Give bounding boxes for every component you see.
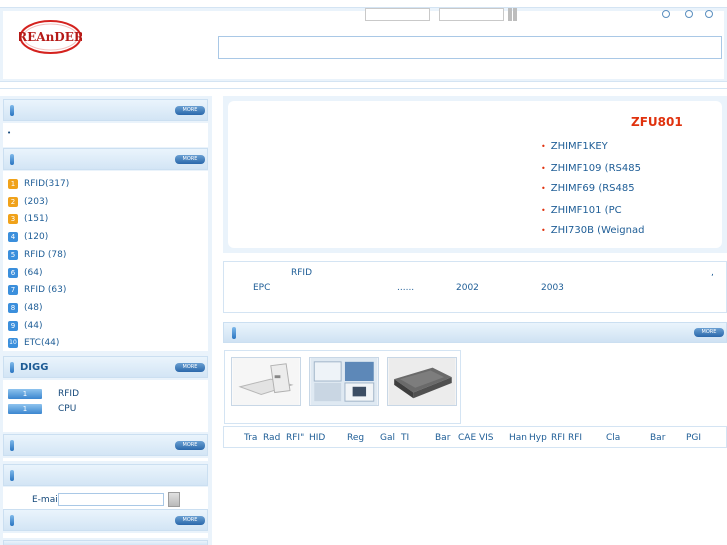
partner-link[interactable]: Tra <box>244 433 257 443</box>
more-button[interactable]: MORE <box>175 516 205 525</box>
more-button[interactable]: MORE <box>175 441 205 450</box>
digg-title: DIGG <box>20 362 49 373</box>
featured-product-item[interactable]: ZHIMF1KEY <box>541 141 608 152</box>
more-button[interactable]: MORE <box>175 106 205 115</box>
product-photo-reader-white[interactable] <box>231 357 301 406</box>
rank-8-icon: 8 <box>8 303 18 313</box>
partner-link[interactable]: VIS <box>479 433 494 443</box>
partner-link[interactable]: HID <box>309 433 325 443</box>
sidebar-section-digg-header: DIGG MORE <box>3 356 208 378</box>
top-link-dot-3[interactable] <box>705 10 713 18</box>
partner-link[interactable]: Bar <box>435 433 450 443</box>
more-button[interactable]: MORE <box>175 155 205 164</box>
rank-3-icon: 3 <box>8 214 18 224</box>
intro-text: EPC <box>253 283 271 293</box>
partner-link[interactable]: Gal <box>380 433 395 443</box>
intro-text: 2002 <box>456 283 479 293</box>
rank-1-icon: 1 <box>8 179 18 189</box>
partner-link[interactable]: CAE <box>458 433 476 443</box>
password-input[interactable] <box>439 8 504 21</box>
partner-link[interactable]: RFI <box>551 433 565 443</box>
top-link-dot-1[interactable] <box>662 10 670 18</box>
section-marker-icon <box>10 362 14 373</box>
partner-link[interactable]: Cla <box>606 433 620 443</box>
more-button[interactable]: MORE <box>175 363 205 372</box>
divider <box>0 88 727 91</box>
login-button[interactable] <box>508 8 520 21</box>
sidebar-section-categories-header: MORE <box>3 148 208 170</box>
partner-link[interactable]: Hyp <box>529 433 547 443</box>
username-input[interactable] <box>365 8 430 21</box>
rank-4-icon: 4 <box>8 232 18 242</box>
partner-link[interactable]: Reg <box>347 433 364 443</box>
sidebar-section-4-header: MORE <box>3 434 208 456</box>
section-marker-icon <box>10 470 14 481</box>
logo-text: REAnDER <box>19 30 82 44</box>
rank-7-icon: 7 <box>8 285 18 295</box>
partner-link[interactable]: TI <box>401 433 409 443</box>
product-photo-gallery <box>224 350 461 424</box>
featured-product-item[interactable]: ZHI730B (Weignad <box>541 225 645 236</box>
sidebar-section-4-body <box>3 458 208 461</box>
rank-9-icon: 9 <box>8 321 18 331</box>
digg-count-bar: 1 <box>8 404 42 414</box>
logo[interactable]: REAnDER <box>19 19 82 55</box>
sidebar-section-6-header: MORE <box>3 509 208 531</box>
partner-link[interactable]: PGI <box>686 433 701 443</box>
product-photo-readers-set[interactable] <box>309 357 379 406</box>
sidebar-categories-body: 1 RFID(317) 2 (203) 3 (151) 4 (120) 5 RFID (7… <box>3 171 208 351</box>
partner-link[interactable]: Rad <box>263 433 280 443</box>
digg-count-bar: 1 <box>8 389 42 399</box>
nav-bar <box>218 36 722 59</box>
featured-product-item[interactable]: ZHIMF101 (PC <box>541 205 622 216</box>
sidebar-section-news-header: MORE <box>3 99 208 121</box>
rank-10-icon: 10 <box>8 338 18 348</box>
partner-link[interactable]: RFI <box>568 433 582 443</box>
section-marker-icon <box>10 154 14 165</box>
intro-text: ...... <box>397 283 415 293</box>
rank-2-icon: 2 <box>8 197 18 207</box>
sidebar-section-subscribe-header <box>3 464 208 486</box>
sidebar-section-6-body <box>3 533 208 538</box>
section-marker-icon <box>10 515 14 526</box>
intro-text: 2003 <box>541 283 564 293</box>
section-marker-icon <box>10 440 14 451</box>
products-section-header: MORE <box>223 322 727 343</box>
top-link-dot-2[interactable] <box>685 10 693 18</box>
email-label: E-mail <box>32 495 61 505</box>
more-button[interactable]: MORE <box>694 328 724 337</box>
sidebar-digg-body: 1RFID 1CPU 1" • — ... <box>3 380 208 432</box>
sidebar-news-body: • <box>3 123 208 147</box>
rank-5-icon: 5 <box>8 250 18 260</box>
intro-text: , <box>711 268 714 278</box>
featured-product-title[interactable]: ZFU801 <box>631 115 683 129</box>
section-marker-icon <box>232 327 236 339</box>
sidebar-section-7-header <box>3 540 208 545</box>
rank-6-icon: 6 <box>8 268 18 278</box>
section-marker-icon <box>10 105 14 116</box>
intro-text: RFID <box>291 268 313 278</box>
partner-link[interactable]: Han <box>509 433 527 443</box>
featured-product-item[interactable]: ZHIMF109 (RS485 <box>541 163 641 174</box>
bullet-icon: • <box>7 129 12 137</box>
featured-product-item[interactable]: ZHIMF69 (RS485 <box>541 183 635 194</box>
email-input[interactable] <box>58 493 164 506</box>
partner-link[interactable]: RFI" <box>286 433 304 443</box>
product-photo-dark-reader[interactable] <box>387 357 457 406</box>
partner-link[interactable]: Bar <box>650 433 665 443</box>
email-submit-button[interactable] <box>168 492 180 507</box>
